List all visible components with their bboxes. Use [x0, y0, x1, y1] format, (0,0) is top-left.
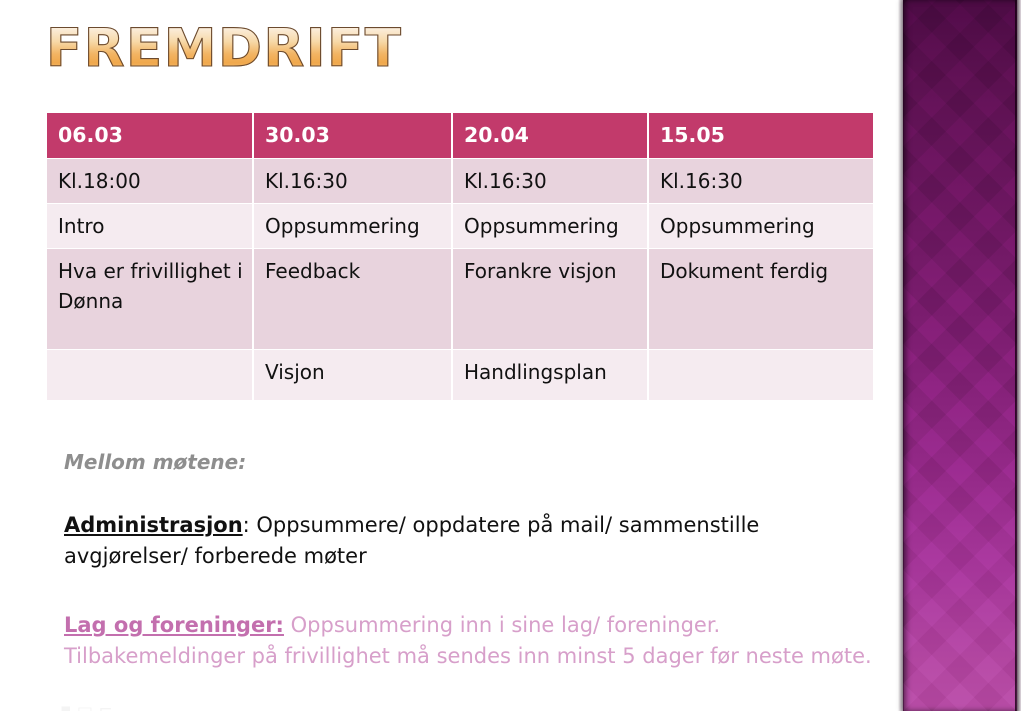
administration-paragraph: Administrasjon: Oppsummere/ oppdatere på… — [64, 510, 874, 572]
column-header-date-4: 15.05 — [649, 113, 873, 158]
cell-time-1: Kl.18:00 — [47, 159, 252, 203]
table-row: Intro Oppsummering Oppsummering Oppsumme… — [47, 204, 873, 248]
table-header-row: 06.03 30.03 20.04 15.05 — [47, 113, 873, 158]
cell-topic-b-1: Hva er frivillighet i Dønna — [47, 249, 252, 349]
associations-label: Lag og foreninger: — [64, 613, 284, 637]
table-body: Kl.18:00 Kl.16:30 Kl.16:30 Kl.16:30 Intr… — [47, 159, 873, 400]
between-meetings-heading: Mellom møtene: — [64, 450, 247, 474]
decorative-side-band — [903, 0, 1017, 711]
column-header-date-1: 06.03 — [47, 113, 252, 158]
column-header-date-2: 30.03 — [254, 113, 451, 158]
administration-label: Administrasjon — [64, 513, 243, 537]
table-row: Visjon Handlingsplan — [47, 350, 873, 400]
cell-topic-b-3: Forankre visjon — [453, 249, 647, 349]
diamond-texture-overlay — [903, 0, 1017, 711]
associations-paragraph: Lag og foreninger: Oppsummering inn i si… — [64, 610, 874, 672]
table-row: Hva er frivillighet i Dønna Feedback For… — [47, 249, 873, 349]
cell-time-2: Kl.16:30 — [254, 159, 451, 203]
body-text-block: Mellom møtene: Administrasjon: Oppsummer… — [64, 448, 874, 672]
cell-topic-a-4: Oppsummering — [649, 204, 873, 248]
side-band-left-shadow — [898, 0, 904, 711]
title-area: Fremdrift — [45, 17, 746, 88]
cell-time-3: Kl.16:30 — [453, 159, 647, 203]
cell-topic-c-1 — [47, 350, 252, 400]
cell-topic-c-2: Visjon — [254, 350, 451, 400]
cell-topic-c-4 — [649, 350, 873, 400]
cell-topic-b-2: Feedback — [254, 249, 451, 349]
cell-topic-a-3: Oppsummering — [453, 204, 647, 248]
page-title: Fremdrift — [45, 17, 746, 80]
table-row: Kl.18:00 Kl.16:30 Kl.16:30 Kl.16:30 — [47, 159, 873, 203]
column-header-date-3: 20.04 — [453, 113, 647, 158]
cell-topic-a-2: Oppsummering — [254, 204, 451, 248]
cell-topic-b-4: Dokument ferdig — [649, 249, 873, 349]
side-band-right-shadow — [1015, 0, 1021, 711]
table-header: 06.03 30.03 20.04 15.05 — [47, 113, 873, 158]
cell-topic-a-1: Intro — [47, 204, 252, 248]
clipped-bottom-artifact: ▪ ▭ ⌐ — [60, 700, 113, 711]
cell-time-4: Kl.16:30 — [649, 159, 873, 203]
slide-canvas: Fremdrift 06.03 30.03 20.04 15.05 Kl.18:… — [0, 0, 1021, 711]
cell-topic-c-3: Handlingsplan — [453, 350, 647, 400]
schedule-table: 06.03 30.03 20.04 15.05 Kl.18:00 Kl.16:3… — [45, 112, 875, 401]
